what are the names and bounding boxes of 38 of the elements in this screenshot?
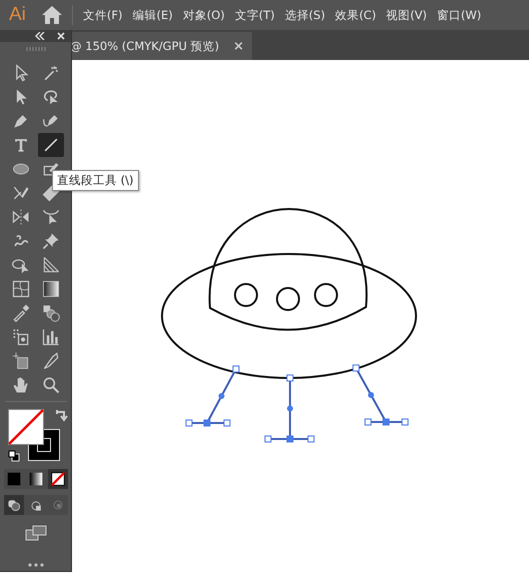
tool-button[interactable] [38, 133, 64, 157]
menu-item[interactable]: 视图(V) [386, 8, 427, 22]
screen-mode-icon[interactable] [24, 525, 46, 541]
menu-item[interactable]: 文字(T) [234, 8, 275, 22]
width-tool-icon [40, 207, 60, 227]
pushpin-icon [40, 231, 60, 251]
none-swatch-icon [48, 470, 66, 488]
hand-icon [10, 375, 30, 395]
menu-item[interactable]: 编辑(E) [132, 8, 173, 22]
draw-normal-icon [6, 497, 22, 513]
close-icon[interactable] [57, 32, 65, 40]
more-tools-icon[interactable] [28, 563, 44, 567]
color-mode-button[interactable] [48, 469, 68, 489]
gradient-icon [40, 279, 60, 299]
bar-chart-icon [40, 327, 60, 347]
artboard-icon [10, 351, 30, 371]
home-icon[interactable] [40, 5, 63, 25]
gradient-swatch-icon [26, 470, 44, 488]
symbol-sprayer-icon [10, 327, 30, 347]
menu-item[interactable]: 文件(F) [82, 8, 122, 22]
menu-item[interactable]: 选择(S) [284, 8, 326, 22]
menu-item[interactable]: 窗口(W) [436, 8, 482, 22]
collapse-icon[interactable] [35, 32, 45, 40]
menu-item[interactable]: 效果(C) [335, 8, 376, 22]
grip-icon[interactable] [26, 47, 46, 51]
tooltip: 直线段工具 (\) [52, 170, 139, 191]
menu-item[interactable]: 对象(O) [182, 8, 225, 22]
fill-stroke-swatches[interactable] [8, 409, 60, 461]
color-swatch-icon [4, 470, 22, 488]
draw-mode-button[interactable] [4, 495, 24, 515]
blend-icon [40, 303, 60, 323]
swap-icon[interactable] [56, 409, 68, 423]
eyedropper-icon [10, 303, 30, 323]
close-tab-button[interactable]: × [233, 38, 244, 54]
zoom-icon [40, 375, 60, 395]
reflect-icon [10, 207, 30, 227]
mesh-icon [10, 279, 30, 299]
default-colors-icon[interactable] [8, 450, 20, 462]
